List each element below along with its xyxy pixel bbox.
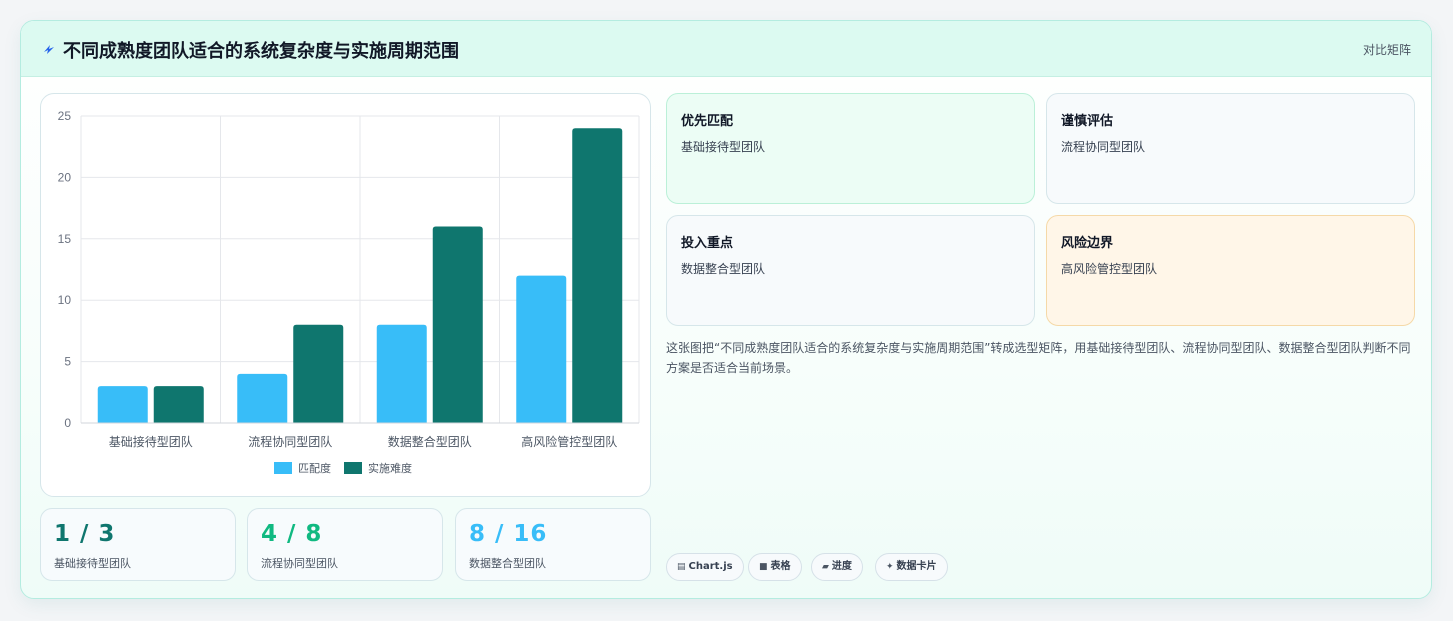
tile-priority-match: 优先匹配 基础接待型团队: [666, 93, 1035, 204]
matrix-label: 对比矩阵: [1362, 43, 1411, 57]
lightning-icon: [44, 45, 54, 54]
tile-title: 投入重点: [681, 236, 734, 251]
y-tick-label: 25: [58, 109, 72, 123]
stat-value: 8 / 16: [469, 521, 548, 547]
stat-card-2: 4 / 8 流程协同型团队: [247, 508, 443, 581]
tile-careful-evaluation: 谨慎评估 流程协同型团队: [1046, 93, 1415, 204]
tile-title: 优先匹配: [681, 114, 734, 129]
bar: [293, 324, 344, 423]
tile-subtitle: 流程协同型团队: [1061, 140, 1146, 154]
page-title: 不同成熟度团队适合的系统复杂度与实施周期范围: [63, 41, 459, 62]
stat-label: 基础接待型团队: [54, 557, 131, 570]
y-tick-label: 10: [58, 293, 72, 307]
stat-card-3: 8 / 16 数据整合型团队: [455, 508, 651, 581]
chip-label: 数据卡片: [896, 561, 937, 572]
y-tick-label: 5: [64, 355, 71, 369]
x-tick-label: 高风险管控型团队: [521, 434, 617, 449]
chart-icon: ▤: [677, 562, 686, 572]
bar: [97, 386, 148, 423]
stat-card-1: 1 / 3 基础接待型团队: [40, 508, 236, 581]
tile-title: 风险边界: [1061, 236, 1114, 251]
bar: [237, 373, 288, 423]
description-text: 这张图把“不同成熟度团队适合的系统复杂度与实施周期范围”转成选型矩阵，用基础接待…: [666, 341, 1411, 375]
x-tick-label: 基础接待型团队: [109, 434, 193, 449]
card-header: 不同成熟度团队适合的系统复杂度与实施周期范围 对比矩阵: [21, 21, 1431, 77]
y-tick-label: 20: [58, 170, 72, 184]
sparkle-icon: ✦: [886, 562, 894, 572]
chip-progress[interactable]: ▰ 进度: [811, 553, 863, 581]
bar: [572, 128, 623, 423]
progress-icon: ▰: [822, 562, 829, 572]
chip-chartjs[interactable]: ▤ Chart.js: [666, 553, 744, 581]
chip-table[interactable]: ■ 表格: [748, 553, 802, 581]
tile-subtitle: 高风险管控型团队: [1061, 262, 1158, 276]
matrix-card: 不同成熟度团队适合的系统复杂度与实施周期范围 对比矩阵 0 5 10 15 20 25 基础…: [20, 20, 1432, 599]
y-tick-label: 15: [58, 232, 72, 246]
chip-label: 进度: [831, 561, 852, 572]
stat-label: 流程协同型团队: [261, 557, 338, 570]
bar-chart-svg: 0 5 10 15 20 25 基础接待型团队 流程协同型团队 数据整合型团队 高风险管控型团队匹…: [58, 109, 640, 475]
legend-label: 匹配度: [298, 461, 331, 475]
bar: [432, 226, 483, 423]
bar-chart: 0 5 10 15 20 25 基础接待型团队 流程协同型团队 数据整合型团队 高风险管控型团队匹…: [40, 93, 651, 497]
tile-risk-boundary: 风险边界 高风险管控型团队: [1046, 215, 1415, 326]
x-tick-label: 数据整合型团队: [388, 434, 472, 449]
table-icon: ■: [759, 562, 768, 572]
x-tick-label: 流程协同型团队: [248, 434, 332, 449]
tile-subtitle: 数据整合型团队: [681, 262, 766, 276]
tile-title: 谨慎评估: [1061, 114, 1114, 129]
tile-investment-focus: 投入重点 数据整合型团队: [666, 215, 1035, 326]
chip-label: 表格: [770, 561, 791, 572]
stat-label: 数据整合型团队: [469, 557, 546, 570]
y-tick-label: 0: [64, 416, 71, 430]
tile-subtitle: 基础接待型团队: [681, 140, 766, 154]
legend-swatch: [344, 462, 362, 474]
legend-swatch: [274, 462, 292, 474]
bar: [376, 324, 427, 423]
bar: [153, 386, 204, 423]
legend-label: 实施难度: [368, 461, 412, 475]
stat-value: 4 / 8: [261, 521, 323, 547]
chip-data-cards[interactable]: ✦ 数据卡片: [875, 553, 948, 581]
stat-value: 1 / 3: [54, 521, 116, 547]
chip-label: Chart.js: [688, 561, 733, 572]
bar: [516, 275, 567, 423]
